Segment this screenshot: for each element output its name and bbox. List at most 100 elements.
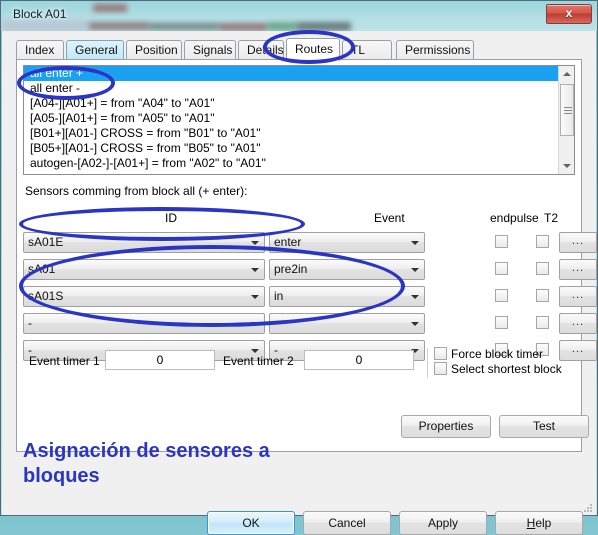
tab-general[interactable]: General <box>66 40 124 60</box>
sensor-event-combo[interactable]: in <box>269 286 425 307</box>
chevron-down-icon <box>251 322 259 326</box>
sensor-id-combo[interactable]: - <box>23 313 265 334</box>
select-shortest-block-label: Select shortest block <box>451 362 562 376</box>
event-timer-2-label: Event timer 2 <box>223 354 294 368</box>
route-list-item[interactable]: [B01+][A01-] CROSS = from "B01" to "A01" <box>24 126 574 141</box>
sensor-row: - -... <box>23 313 597 335</box>
help-label-rest: elp <box>535 516 552 530</box>
route-list-item[interactable]: autogen-[A02-]-[A01+] = from "A02" to "A… <box>24 156 574 171</box>
event-timers-row: Event timer 1 0 Event timer 2 0 Force bl… <box>23 346 575 382</box>
force-block-timer-label: Force block timer <box>451 347 544 361</box>
tab-position[interactable]: Position <box>126 40 182 60</box>
properties-button[interactable]: Properties <box>401 415 491 438</box>
desktop-blur-artifact <box>89 22 149 30</box>
scroll-down-icon[interactable] <box>559 158 574 174</box>
chevron-down-icon <box>411 241 419 245</box>
tab-details[interactable]: Details <box>238 40 284 60</box>
checkbox-icon <box>434 347 447 360</box>
sensor-row: sA01E enter... <box>23 232 597 254</box>
window-title: Block A01 <box>13 7 67 21</box>
t2-checkbox[interactable] <box>536 235 549 248</box>
sensor-event-value: pre2in <box>274 262 308 276</box>
sensor-id-value: sA01 <box>28 262 56 276</box>
sensor-event-combo[interactable]: - <box>269 313 425 334</box>
event-timer-1-input[interactable]: 0 <box>105 350 215 370</box>
sensor-event-combo[interactable]: enter <box>269 232 425 253</box>
endpulse-checkbox[interactable] <box>495 316 508 329</box>
route-list-item[interactable]: all enter + <box>24 66 574 81</box>
scrollbar-thumb[interactable] <box>560 84 574 136</box>
desktop-blur-artifact <box>1 17 597 19</box>
column-header-endpulse: endpulse <box>490 211 539 225</box>
scrollbar-grip-icon <box>564 107 572 108</box>
chevron-down-icon <box>251 268 259 272</box>
sensors-section-label: Sensors comming from block all (+ enter)… <box>25 184 248 198</box>
column-header-t2: T2 <box>544 211 559 225</box>
desktop-blur-artifact <box>149 23 219 30</box>
t2-checkbox[interactable] <box>536 289 549 302</box>
column-header-id: ID <box>165 211 177 225</box>
ok-button[interactable]: OK <box>207 511 295 535</box>
chevron-down-icon <box>251 295 259 299</box>
test-button[interactable]: Test <box>499 415 589 438</box>
routes-listbox[interactable]: all enter + all enter - [A04-][A01+] = fro… <box>23 65 575 175</box>
tab-routes[interactable]: Routes <box>286 38 340 61</box>
tab-strip: Index General Position Signals Details Routes… <box>16 38 582 61</box>
force-block-timer-checkbox[interactable]: Force block timer <box>434 347 543 361</box>
routes-panel: all enter + all enter - [A04-][A01+] = fro… <box>16 59 597 452</box>
sensor-event-value: in <box>274 289 284 303</box>
sensor-browse-button[interactable]: ... <box>559 232 597 253</box>
column-header-event: Event <box>374 211 405 225</box>
sensor-row: sA01S in... <box>23 286 597 308</box>
tab-index[interactable]: Index <box>16 40 64 60</box>
sensor-browse-button[interactable]: ... <box>559 313 597 334</box>
tab-signals[interactable]: Signals <box>184 40 236 60</box>
desktop-blur-artifact <box>219 23 267 31</box>
desktop-blur-artifact <box>267 22 297 31</box>
t2-checkbox[interactable] <box>536 316 549 329</box>
vertical-separator <box>427 348 428 378</box>
sensor-id-value: - <box>28 316 32 330</box>
sensor-id-combo[interactable]: sA01S <box>23 286 265 307</box>
cancel-button[interactable]: Cancel <box>303 511 391 535</box>
sensor-id-combo[interactable]: sA01 <box>23 259 265 280</box>
checkbox-icon <box>434 362 447 375</box>
sensor-event-combo[interactable]: pre2in <box>269 259 425 280</box>
chevron-down-icon <box>411 322 419 326</box>
chevron-down-icon <box>411 268 419 272</box>
tab-tl[interactable]: TL <box>342 40 392 60</box>
chevron-down-icon <box>411 295 419 299</box>
t2-checkbox[interactable] <box>536 262 549 275</box>
endpulse-checkbox[interactable] <box>495 289 508 302</box>
desktop-blur-artifact <box>93 4 127 12</box>
title-bar[interactable]: Block A01 x <box>1 1 597 31</box>
endpulse-checkbox[interactable] <box>495 235 508 248</box>
event-timer-1-label: Event timer 1 <box>29 354 100 368</box>
route-list-item[interactable]: [B05+][A01-] CROSS = from "B05" to "A01" <box>24 141 574 156</box>
select-shortest-block-checkbox[interactable]: Select shortest block <box>434 362 562 376</box>
route-list-item[interactable]: [A04-][A01+] = from "A04" to "A01" <box>24 96 574 111</box>
help-button[interactable]: Help <box>495 511 583 535</box>
sensor-id-value: sA01S <box>28 289 64 303</box>
close-button[interactable]: x <box>546 4 592 24</box>
apply-button[interactable]: Apply <box>399 511 487 535</box>
resize-grip-icon[interactable] <box>583 503 593 513</box>
sensor-browse-button[interactable]: ... <box>559 259 597 280</box>
endpulse-checkbox[interactable] <box>495 262 508 275</box>
routes-list-items: all enter + all enter - [A04-][A01+] = fro… <box>24 66 574 171</box>
dialog-window: Block A01 x Index General Position Signals D… <box>0 0 598 535</box>
route-list-item[interactable]: all enter - <box>24 81 574 96</box>
sensor-id-combo[interactable]: sA01E <box>23 232 265 253</box>
desktop-blur-artifact <box>297 22 351 31</box>
scroll-up-icon[interactable] <box>559 66 574 82</box>
close-icon: x <box>565 6 573 20</box>
event-timer-2-input[interactable]: 0 <box>304 350 414 370</box>
routes-listbox-scrollbar[interactable] <box>558 66 574 174</box>
tab-permissions[interactable]: Permissions <box>396 40 474 60</box>
sensor-id-value: sA01E <box>28 235 64 249</box>
route-list-item[interactable]: [A05-][A01+] = from "A05" to "A01" <box>24 111 574 126</box>
sensor-browse-button[interactable]: ... <box>559 286 597 307</box>
help-mnemonic: H <box>526 516 536 530</box>
sensor-row: sA01 pre2in... <box>23 259 597 281</box>
chevron-down-icon <box>251 241 259 245</box>
